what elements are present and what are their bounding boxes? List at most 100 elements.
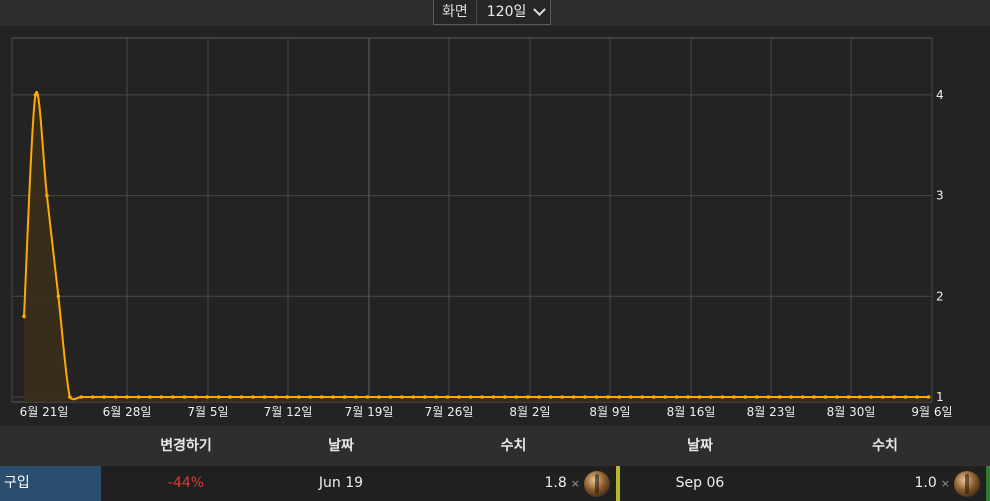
- data-point: [560, 395, 564, 399]
- data-point: [548, 395, 553, 399]
- data-point: [629, 395, 633, 399]
- data-point: [79, 395, 84, 399]
- data-point: [640, 395, 645, 399]
- data-point: [651, 395, 656, 399]
- data-point: [411, 395, 416, 399]
- x-tick-label: 8월 23일: [747, 405, 796, 419]
- x-tick-label: 6월 21일: [20, 405, 69, 419]
- data-point: [102, 395, 106, 399]
- data-point: [125, 395, 129, 399]
- data-point: [789, 395, 793, 399]
- data-point: [228, 395, 232, 399]
- currency-orb-icon: [954, 470, 980, 497]
- data-point: [686, 395, 690, 399]
- row-value-2: 1.0: [914, 475, 937, 491]
- data-point: [491, 395, 496, 399]
- currency-orb-icon: [584, 470, 610, 497]
- data-point: [216, 395, 221, 399]
- data-point: [743, 395, 748, 399]
- data-point: [56, 294, 61, 299]
- y-tick-label: 3: [936, 189, 944, 203]
- view-range-control[interactable]: 화면 120일: [433, 0, 552, 25]
- data-point: [514, 395, 519, 399]
- data-point: [846, 395, 851, 399]
- data-point: [171, 395, 175, 399]
- data-point: [445, 395, 450, 399]
- data-point: [880, 395, 885, 399]
- x-tick-label: 7월 12일: [264, 405, 313, 419]
- data-point: [526, 395, 530, 399]
- row-value-1-cell: 1.8 ×: [411, 466, 616, 501]
- x-tick-label: 7월 5일: [187, 405, 228, 419]
- range-selected-value: 120일: [486, 4, 527, 20]
- data-point: [285, 395, 290, 399]
- data-point: [113, 395, 118, 399]
- data-point: [777, 395, 782, 399]
- data-point: [720, 395, 725, 399]
- data-point: [583, 395, 587, 399]
- data-point: [193, 395, 198, 399]
- x-tick-label: 6월 28일: [103, 405, 152, 419]
- data-point: [800, 395, 805, 399]
- data-point: [354, 395, 358, 399]
- data-point: [90, 395, 95, 399]
- data-point: [755, 395, 759, 399]
- data-point: [308, 395, 313, 399]
- data-point: [377, 395, 381, 399]
- header-value-1: 수치: [500, 438, 527, 454]
- data-point: [858, 395, 862, 399]
- header-change: 변경하기: [160, 438, 212, 454]
- data-point: [903, 395, 908, 399]
- data-point: [732, 395, 736, 399]
- table-header: 변경하기 날짜 수치 날짜 수치: [0, 426, 990, 466]
- data-point: [148, 395, 152, 399]
- data-point: [68, 395, 72, 399]
- chart-svg: 1 2 3 4 6월 21일 6월 28일 7월 5일 7월 12일 7월 19일 7월 26일 8…: [11, 37, 953, 419]
- data-point: [869, 395, 874, 399]
- data-point: [365, 395, 370, 399]
- row-value-1: 1.8: [544, 475, 567, 491]
- data-point: [400, 395, 404, 399]
- view-label: 화면: [434, 0, 477, 24]
- data-point: [697, 395, 702, 399]
- data-point: [22, 314, 26, 319]
- x-tick-label: 9월 6일: [911, 405, 952, 419]
- table-row[interactable]: 구입 -44% Jun 19 1.8 × Sep 06 1.0 ×: [0, 466, 990, 501]
- data-point: [709, 395, 713, 399]
- data-point: [297, 395, 301, 399]
- times-sign: ×: [570, 477, 580, 490]
- header-value-2: 수치: [872, 438, 898, 454]
- data-point: [159, 395, 164, 399]
- plot-area: [11, 37, 933, 403]
- data-point: [915, 395, 919, 399]
- x-tick-label: 8월 30일: [827, 405, 876, 419]
- times-sign: ×: [940, 477, 950, 490]
- header-date-1: 날짜: [328, 438, 354, 454]
- data-point: [766, 395, 771, 399]
- row-value-2-cell: 1.0 ×: [780, 466, 986, 501]
- data-point: [434, 395, 439, 399]
- row-type: 구입: [0, 466, 101, 501]
- data-point: [823, 395, 828, 399]
- data-point: [205, 395, 209, 399]
- data-point: [262, 395, 267, 399]
- x-tick-label: 8월 9일: [589, 405, 630, 419]
- range-select[interactable]: 120일: [477, 0, 551, 24]
- data-point: [926, 395, 931, 399]
- price-chart: 1 2 3 4 6월 21일 6월 28일 7월 5일 7월 12일 7월 19일 7월 26일 8…: [0, 26, 990, 426]
- data-point: [33, 93, 38, 97]
- data-point: [571, 395, 576, 399]
- header-date-2: 날짜: [687, 438, 713, 454]
- data-point: [251, 395, 255, 399]
- data-point: [182, 395, 187, 399]
- data-point: [617, 395, 622, 399]
- x-tick-label: 7월 19일: [345, 405, 394, 419]
- data-point: [388, 395, 393, 399]
- row-change: -44%: [167, 475, 205, 491]
- divider-bar-green: [986, 466, 990, 501]
- data-point: [812, 395, 816, 399]
- data-point: [319, 395, 324, 399]
- data-point: [537, 395, 542, 399]
- data-point: [422, 395, 427, 399]
- row-date-1: Jun 19: [318, 475, 364, 491]
